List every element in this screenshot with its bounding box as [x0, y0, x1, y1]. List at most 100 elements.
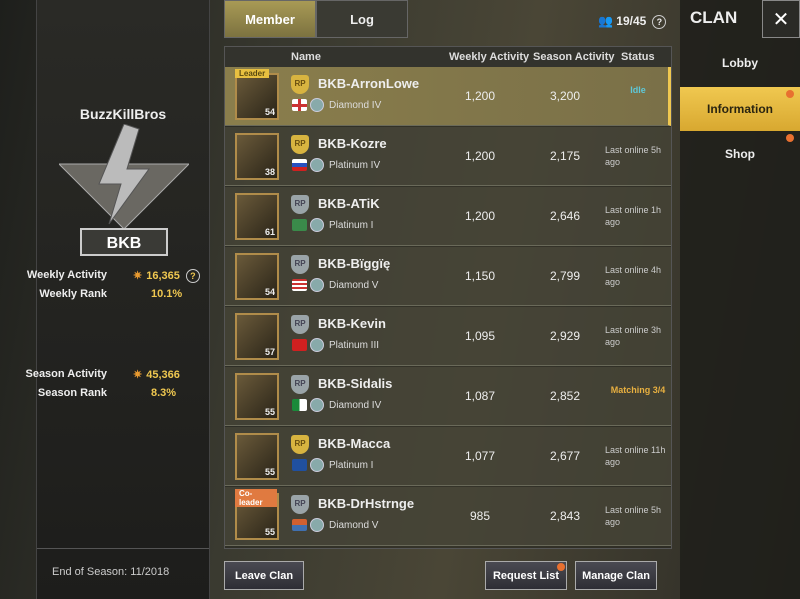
royale-pass-icon: RP: [291, 375, 309, 394]
player-tier: Diamond IV: [329, 100, 382, 111]
royale-pass-icon: RP: [291, 315, 309, 334]
weekly-activity: 1,200: [464, 209, 496, 223]
tier-icon: [310, 278, 324, 292]
player-level: 55: [264, 467, 275, 477]
tier-icon: [310, 98, 324, 112]
player-status: Last online 5h ago: [605, 505, 662, 527]
player-status: Last online 1h ago: [605, 205, 662, 227]
country-flag-icon: [292, 159, 307, 171]
season-activity: 2,929: [549, 329, 581, 343]
player-level: 54: [264, 287, 275, 297]
weekly-rank-value: 10.1%: [151, 288, 183, 300]
weekly-activity: 1,150: [464, 269, 496, 283]
tier-icon: [310, 518, 324, 532]
player-name: BKB-Sidalis: [318, 376, 393, 391]
table-row[interactable]: 38 RP BKB-Kozre Platinum IV 1,200 2,175 …: [225, 127, 671, 186]
tier-icon: [310, 218, 324, 232]
player-level: 57: [264, 347, 275, 357]
avatar: Co-leader 55: [235, 489, 279, 540]
notification-dot: [786, 134, 794, 142]
members-icon: 👥: [598, 14, 613, 28]
season-rank-label: Season Rank: [37, 387, 107, 399]
player-name: BKB-Macca: [318, 436, 391, 451]
royale-pass-icon: RP: [291, 495, 309, 514]
player-name: BKB-ArronLowe: [318, 76, 420, 91]
season-activity: 3,200: [549, 89, 581, 103]
player-tier: Platinum I: [329, 220, 374, 231]
royale-pass-icon: RP: [291, 75, 309, 94]
player-tier: Platinum I: [329, 460, 374, 471]
notification-dot: [557, 563, 565, 571]
column-status: Status: [621, 51, 655, 63]
player-name: BKB-Kozre: [318, 136, 387, 151]
activity-star-icon: ✷: [133, 270, 143, 282]
country-flag-icon: [292, 459, 307, 471]
table-row[interactable]: Leader 54 RP BKB-ArronLowe Diamond IV 1,2…: [225, 67, 671, 126]
country-flag-icon: [292, 339, 307, 351]
weekly-activity-value: ✷ 16,365?: [133, 269, 200, 283]
avatar: 61: [235, 193, 279, 240]
avatar: 38: [235, 133, 279, 180]
avatar: 54: [235, 253, 279, 300]
tier-icon: [310, 398, 324, 412]
season-activity: 2,646: [549, 209, 581, 223]
table-header: Name Weekly Activity Season Activity Sta…: [225, 47, 671, 67]
player-status: Last online 5h ago: [605, 145, 662, 167]
sidebar-item-information[interactable]: Information: [680, 87, 800, 131]
player-tier: Diamond V: [329, 280, 379, 291]
column-weekly-activity: Weekly Activity: [449, 51, 530, 63]
royale-pass-icon: RP: [291, 195, 309, 214]
royale-pass-icon: RP: [291, 135, 309, 154]
player-level: 61: [264, 227, 275, 237]
weekly-activity: 1,200: [464, 149, 496, 163]
season-activity-value: ✷ 45,366: [133, 368, 180, 381]
table-row[interactable]: Co-leader 55 RP BKB-DrHstrnge Diamond V 9…: [225, 487, 671, 546]
help-icon[interactable]: ?: [652, 15, 667, 29]
player-status: Last online 11h ago: [605, 445, 666, 467]
table-row[interactable]: 57 RP BKB-Kevin Platinum III 1,095 2,929…: [225, 307, 671, 366]
sidebar-item-shop[interactable]: Shop: [680, 132, 800, 176]
sidebar-item-lobby[interactable]: Lobby: [680, 41, 800, 85]
season-activity: 2,175: [549, 149, 581, 163]
player-tier: Platinum IV: [329, 160, 381, 171]
player-tier: Platinum III: [329, 340, 380, 351]
table-row[interactable]: 55 RP BKB-Sidalis Diamond IV 1,087 2,852…: [225, 367, 671, 426]
royale-pass-icon: RP: [291, 435, 309, 454]
request-list-button[interactable]: Request List: [485, 561, 567, 590]
member-table: Name Weekly Activity Season Activity Sta…: [224, 46, 672, 549]
player-name: BKB-ATiK: [318, 196, 380, 211]
close-button[interactable]: ✕: [762, 0, 800, 38]
end-of-season: End of Season: 11/2018: [52, 566, 170, 578]
tier-icon: [310, 158, 324, 172]
column-season-activity: Season Activity: [533, 51, 615, 63]
help-icon[interactable]: ?: [185, 269, 200, 283]
tier-icon: [310, 458, 324, 472]
tab-member[interactable]: Member: [224, 0, 316, 38]
season-activity: 45,366: [146, 369, 180, 381]
table-row[interactable]: 61 RP BKB-ATiK Platinum I 1,200 2,646 La…: [225, 187, 671, 246]
player-name: BKB-Kevin: [318, 316, 386, 331]
weekly-activity-label: Weekly Activity: [26, 269, 107, 281]
player-tier: Diamond V: [329, 520, 379, 531]
weekly-activity: 1,095: [464, 329, 496, 343]
player-level: 54: [264, 107, 275, 117]
weekly-activity: 985: [469, 509, 491, 523]
clan-name: BuzzKillBros: [79, 106, 167, 122]
weekly-activity: 1,077: [464, 449, 496, 463]
manage-clan-button[interactable]: Manage Clan: [575, 561, 657, 590]
weekly-activity: 1,200: [464, 89, 496, 103]
notification-dot: [786, 90, 794, 98]
column-name: Name: [291, 51, 321, 63]
leave-clan-button[interactable]: Leave Clan: [224, 561, 304, 590]
tab-log[interactable]: Log: [316, 0, 408, 38]
tier-icon: [310, 338, 324, 352]
table-row[interactable]: 55 RP BKB-Macca Platinum I 1,077 2,677 L…: [225, 427, 671, 486]
table-row[interactable]: 54 RP BKB-Bïggïę Diamond V 1,150 2,799 L…: [225, 247, 671, 306]
member-count: 👥 19/45?: [598, 14, 667, 29]
player-status: Matching 3/4: [610, 385, 666, 395]
player-status: Last online 4h ago: [605, 265, 662, 287]
season-activity: 2,799: [549, 269, 581, 283]
country-flag-icon: [292, 279, 307, 291]
player-level: 55: [264, 527, 275, 537]
role-badge: Co-leader: [235, 489, 277, 507]
